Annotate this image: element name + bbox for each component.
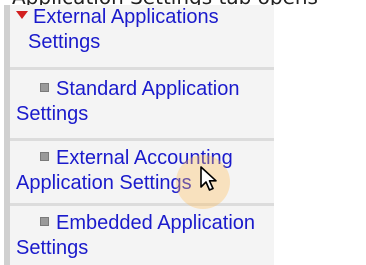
menu-item-label-line2[interactable]: Application Settings [16, 171, 300, 196]
menu-item-label-line1[interactable]: Standard Application [56, 78, 239, 100]
menu-item-external-accounting-application-settings[interactable]: External Accounting Application Settings [10, 141, 274, 203]
settings-menu: External Applications Settings Standard … [4, 5, 274, 265]
menu-item-label-line2[interactable]: Settings [16, 30, 276, 55]
menu-item-embedded-application-settings[interactable]: Embedded Application Settings [10, 206, 274, 265]
menu-item-label-line2[interactable]: Settings [16, 102, 300, 127]
menu-item-label-line1[interactable]: External Applications [33, 6, 219, 28]
caret-down-icon[interactable] [16, 11, 28, 19]
menu-item-standard-application-settings[interactable]: Standard Application Settings [10, 70, 274, 138]
square-bullet-icon [40, 152, 49, 161]
square-bullet-icon [40, 217, 49, 226]
menu-item-external-applications-settings[interactable]: External Applications Settings [10, 5, 274, 67]
square-bullet-icon [40, 83, 49, 92]
menu-item-label-line1[interactable]: Embedded Application [56, 212, 255, 234]
menu-item-label-line2[interactable]: Settings [16, 236, 300, 261]
mouse-pointer-icon [200, 166, 217, 191]
